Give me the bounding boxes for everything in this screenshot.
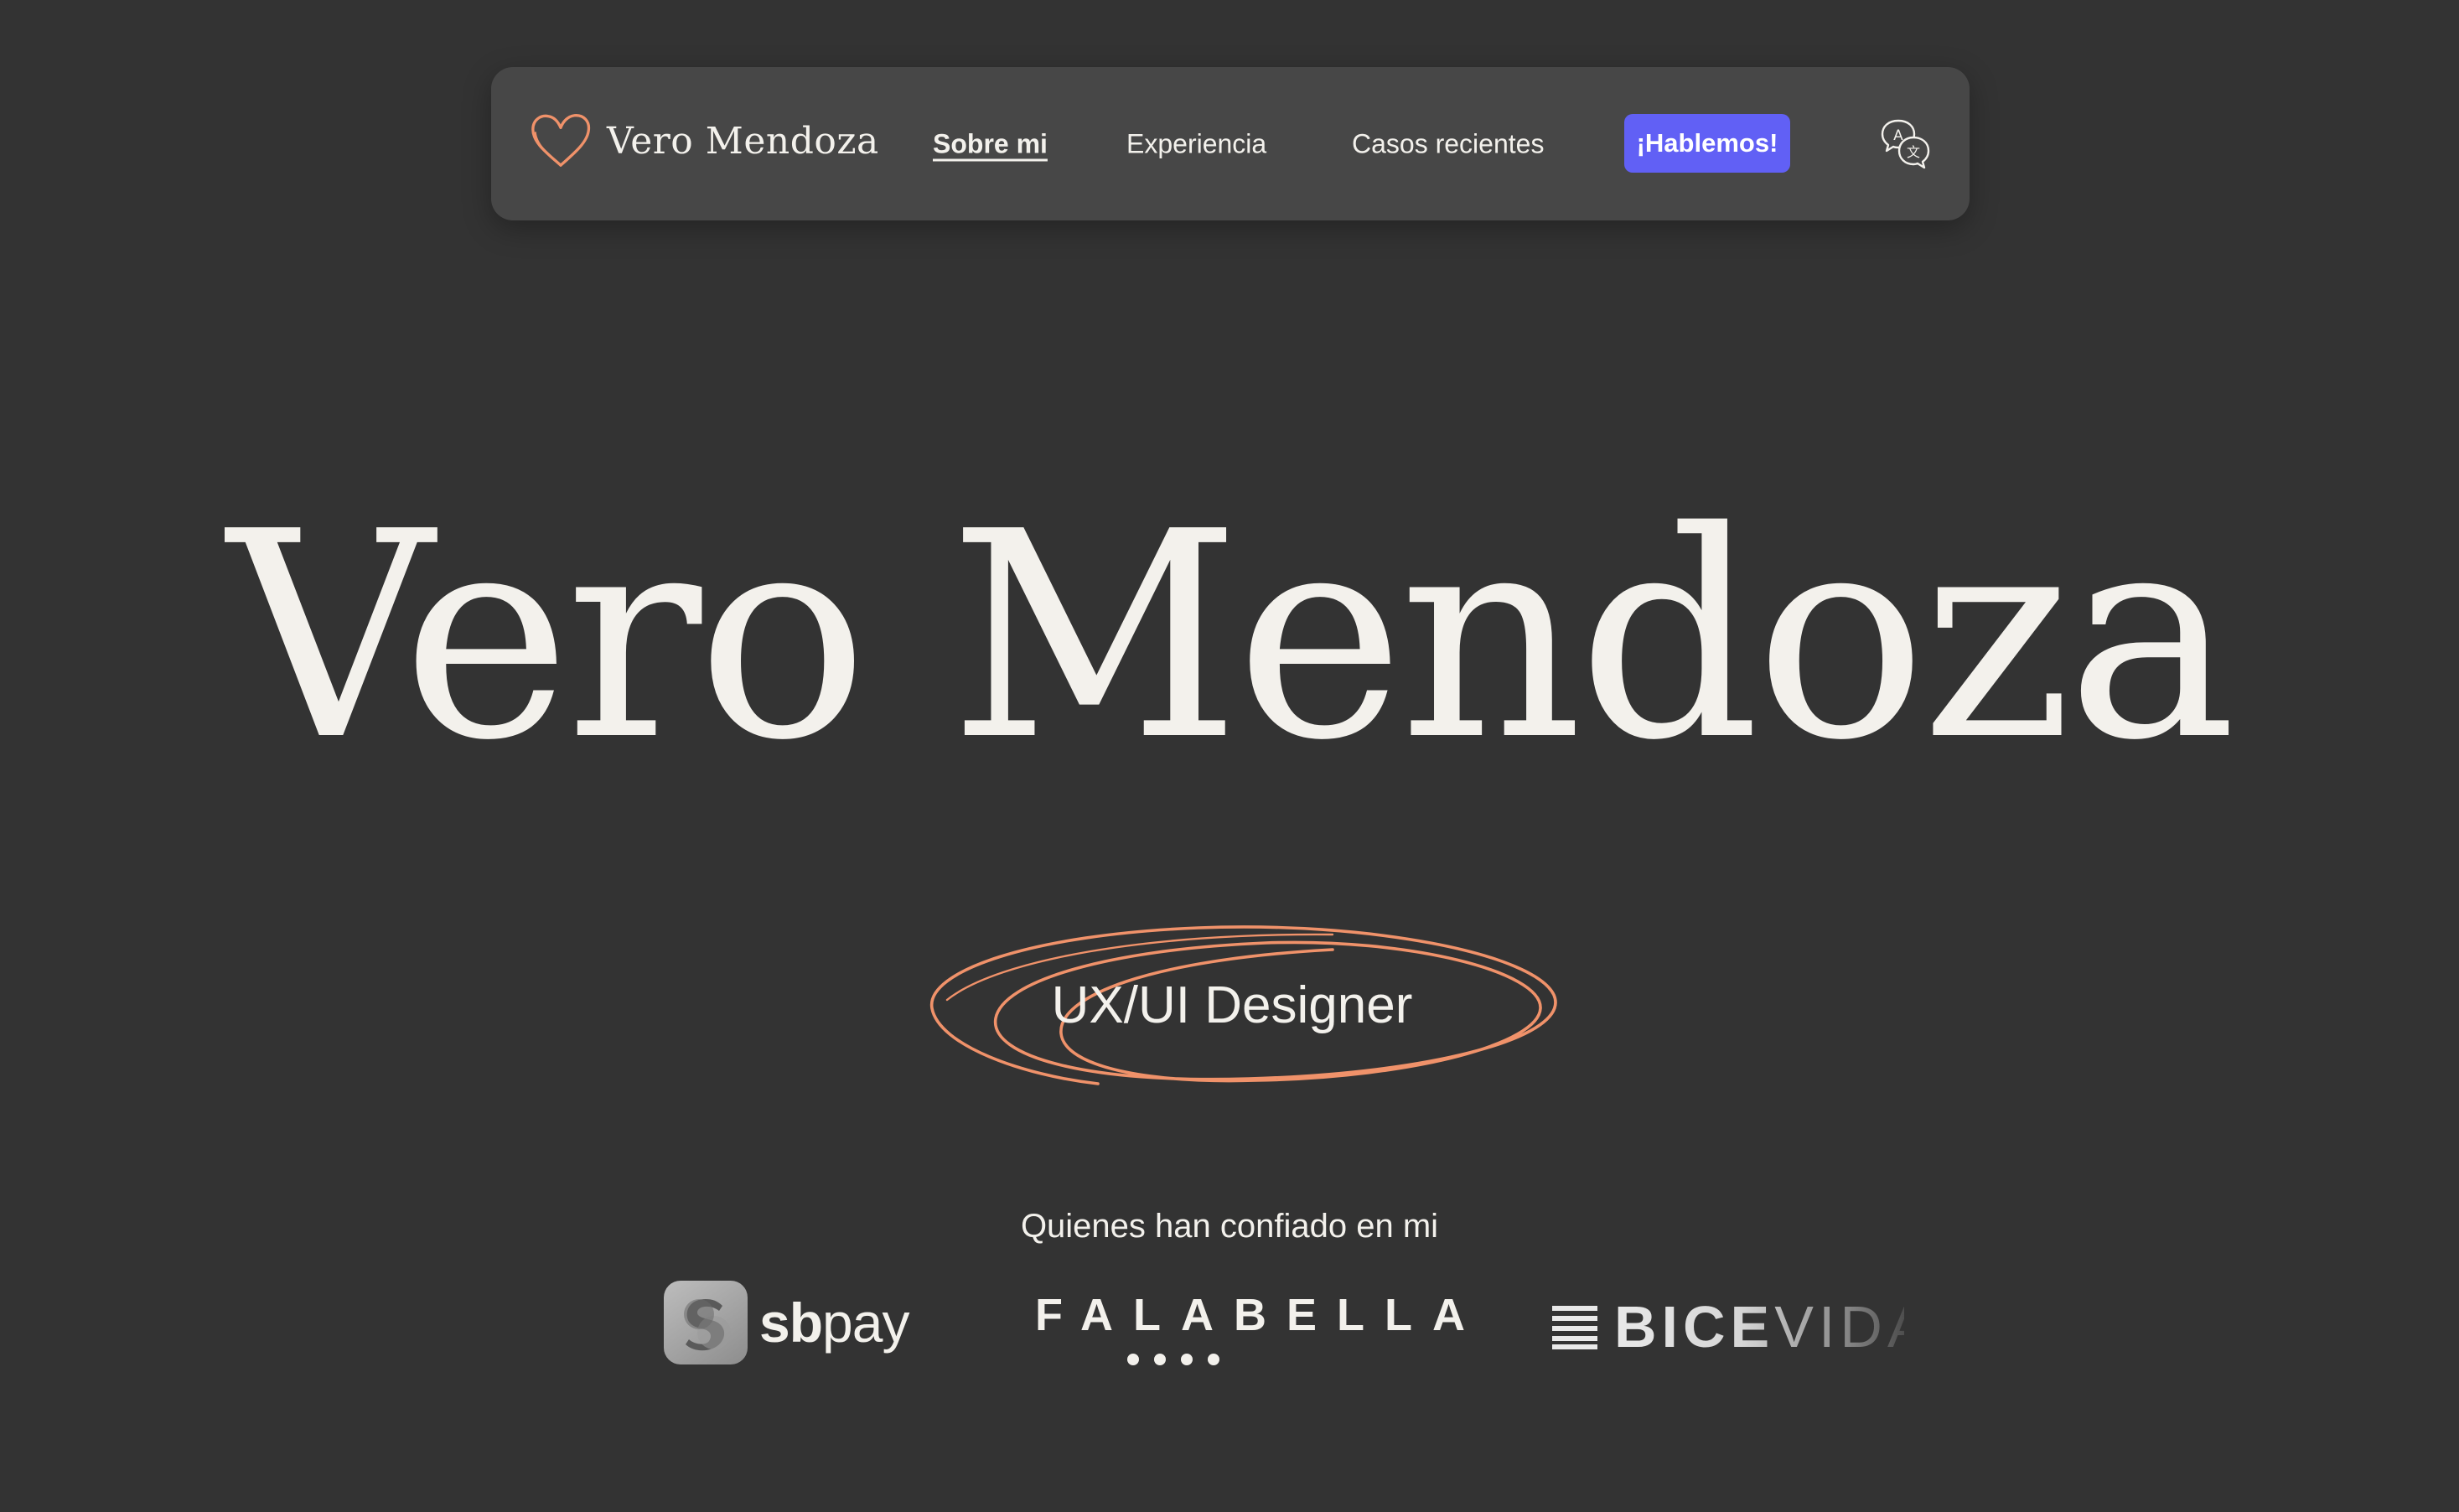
falabella-dots-decoration <box>1127 1354 1219 1365</box>
sbpay-wordmark: sbpay <box>759 1292 909 1354</box>
bicevida-logo: BICEVIDA <box>1552 1289 1904 1364</box>
client-logos: sbpay FALABELLA BICEVIDA <box>654 1274 1911 1375</box>
top-navbar: Vero Mendoza Sobre mi Experiencia Casos … <box>491 67 1970 220</box>
svg-text:文: 文 <box>1907 144 1920 160</box>
language-toggle-button[interactable]: A 文 <box>1875 112 1937 174</box>
falabella-logo: FALABELLA <box>1035 1289 1465 1373</box>
nav-link-sobre-mi[interactable]: Sobre mi <box>933 129 1048 160</box>
nav-link-casos-recientes[interactable]: Casos recientes <box>1352 129 1544 160</box>
brand-home-link[interactable]: Vero Mendoza <box>528 107 879 174</box>
brand-name: Vero Mendoza <box>607 119 879 163</box>
role-title: UX/UI Designer <box>1051 976 1413 1034</box>
hero-name-heading: Vero Mendoza <box>227 471 2236 803</box>
sbpay-badge-icon <box>664 1281 748 1364</box>
bicevida-wordmark: BICEVIDA <box>1614 1293 1904 1360</box>
bicevida-lines-icon <box>1552 1306 1597 1349</box>
heart-icon <box>531 114 591 167</box>
nav-link-experiencia[interactable]: Experiencia <box>1126 129 1266 160</box>
role-highlight: UX/UI Designer <box>897 901 1567 1102</box>
trust-section-title: Quienes han confiado en mi <box>1020 1208 1439 1245</box>
sbpay-logo: sbpay <box>664 1281 909 1364</box>
hablemos-button[interactable]: ¡Hablemos! <box>1624 114 1790 173</box>
translate-icon: A 文 <box>1881 119 1930 169</box>
